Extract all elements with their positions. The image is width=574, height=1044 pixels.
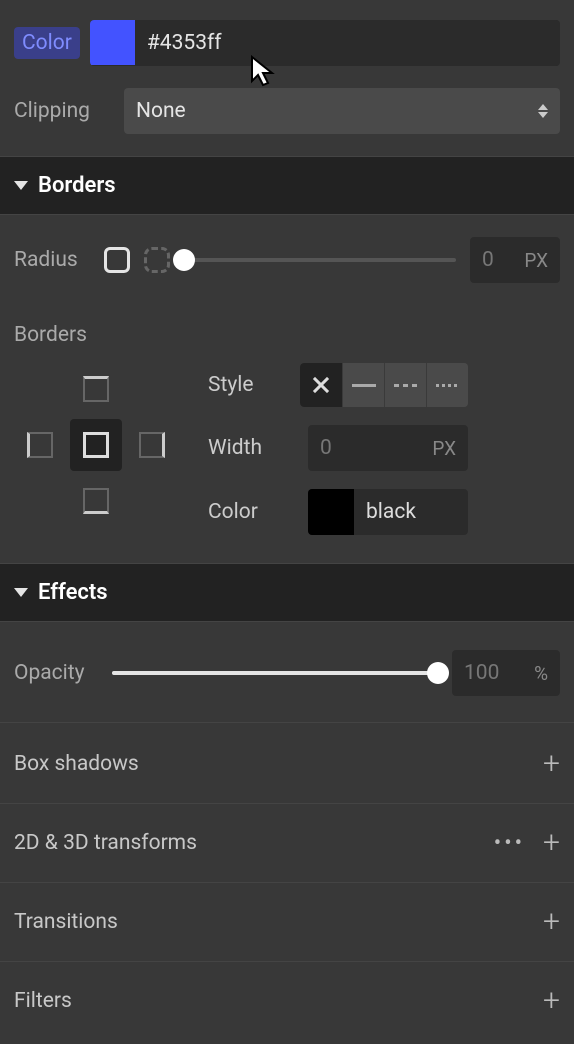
effects-section-header[interactable]: Effects <box>0 563 574 622</box>
clipping-label: Clipping <box>14 99 114 123</box>
opacity-value: 100 <box>464 661 499 685</box>
border-side-top[interactable] <box>70 363 122 415</box>
border-style-dashed[interactable] <box>384 363 426 407</box>
box-shadows-row[interactable]: Box shadows + <box>0 725 574 804</box>
border-style-solid[interactable] <box>342 363 384 407</box>
clipping-select[interactable]: None <box>124 88 560 134</box>
box-shadows-label: Box shadows <box>14 752 139 776</box>
transforms-more-button[interactable]: ••• <box>494 831 525 856</box>
x-icon <box>312 376 330 394</box>
border-style-label: Style <box>208 373 254 397</box>
border-sides-grid <box>14 363 178 527</box>
border-width-value: 0 <box>320 436 332 460</box>
filters-label: Filters <box>14 989 72 1013</box>
filters-row[interactable]: Filters + <box>0 962 574 1040</box>
border-style-options <box>300 363 468 407</box>
radius-slider[interactable] <box>184 258 456 262</box>
border-side-bottom[interactable] <box>70 475 122 527</box>
border-color-input[interactable]: black <box>308 489 468 535</box>
bg-color-label: Color <box>14 27 80 59</box>
radius-label: Radius <box>14 248 90 272</box>
radius-input[interactable]: 0 PX <box>470 237 560 283</box>
add-transform-button[interactable]: + <box>543 828 560 858</box>
bg-color-swatch[interactable] <box>90 20 135 65</box>
border-side-left[interactable] <box>14 419 66 471</box>
opacity-input[interactable]: 100 % <box>452 650 560 696</box>
bg-color-input[interactable]: #4353ff <box>135 20 560 66</box>
border-width-unit: PX <box>432 437 456 460</box>
border-style-none[interactable] <box>300 363 342 407</box>
collapse-icon <box>14 181 28 190</box>
opacity-slider-thumb[interactable] <box>427 662 449 684</box>
effects-title: Effects <box>38 580 108 605</box>
bg-color-field[interactable]: #4353ff <box>90 20 560 66</box>
opacity-slider[interactable] <box>112 671 438 675</box>
radius-all-corners-icon[interactable] <box>104 247 130 273</box>
border-color-label: Color <box>208 500 258 524</box>
borders-title: Borders <box>38 173 116 198</box>
borders-section-header[interactable]: Borders <box>0 156 574 215</box>
radius-slider-thumb[interactable] <box>173 249 195 271</box>
clipping-value: None <box>136 99 186 123</box>
transforms-label: 2D & 3D transforms <box>14 831 197 855</box>
border-color-swatch[interactable] <box>308 489 354 535</box>
dashed-line-icon <box>394 384 418 387</box>
radius-value: 0 <box>482 248 494 272</box>
solid-line-icon <box>352 384 376 387</box>
transforms-row[interactable]: 2D & 3D transforms ••• + <box>0 804 574 883</box>
dotted-line-icon <box>436 384 460 387</box>
transitions-row[interactable]: Transitions + <box>0 883 574 962</box>
border-side-right[interactable] <box>126 419 178 471</box>
radius-unit: PX <box>524 249 548 272</box>
borders-sub-label: Borders <box>14 315 560 363</box>
border-width-label: Width <box>208 436 262 460</box>
opacity-unit: % <box>534 662 548 685</box>
add-box-shadow-button[interactable]: + <box>543 749 560 779</box>
radius-per-corner-icon[interactable] <box>144 247 170 273</box>
collapse-icon <box>14 588 28 597</box>
border-side-all[interactable] <box>70 419 122 471</box>
border-style-dotted[interactable] <box>426 363 468 407</box>
opacity-label: Opacity <box>14 661 98 685</box>
add-filter-button[interactable]: + <box>543 986 560 1016</box>
border-width-input[interactable]: 0 PX <box>308 425 468 471</box>
select-caret-icon <box>538 104 548 118</box>
border-color-value: black <box>354 500 428 524</box>
add-transition-button[interactable]: + <box>543 907 560 937</box>
transitions-label: Transitions <box>14 910 118 934</box>
